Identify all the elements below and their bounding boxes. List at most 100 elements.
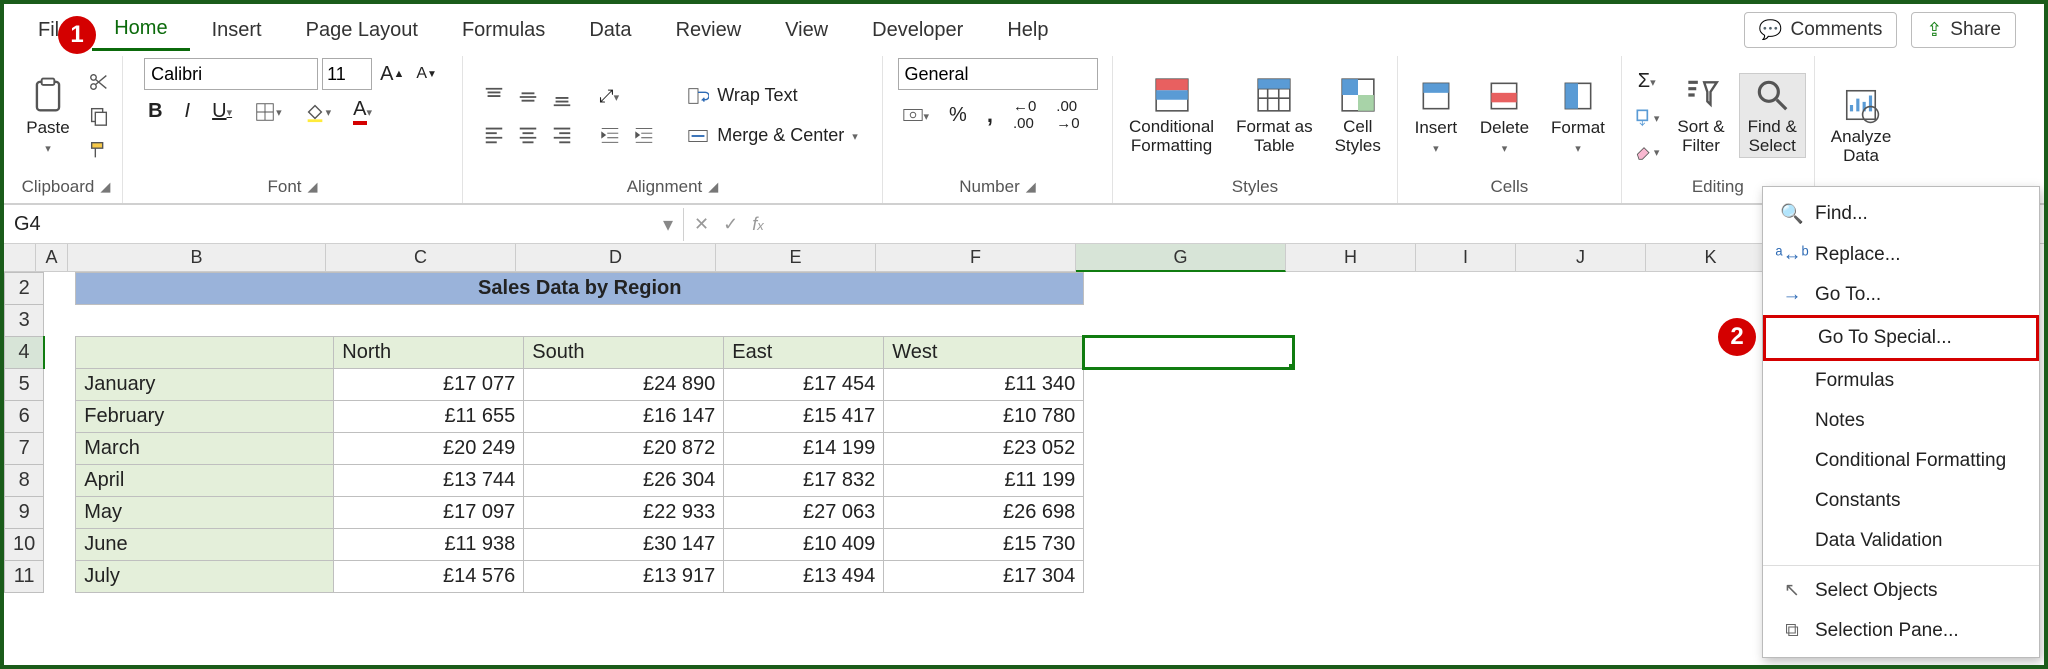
data-cell[interactable]: £15 417 xyxy=(724,401,884,433)
menu-notes[interactable]: Notes xyxy=(1763,401,2039,441)
fill-button[interactable]: ▾ xyxy=(1630,103,1664,131)
row-header-6[interactable]: 6 xyxy=(5,401,44,433)
menu-find[interactable]: 🔍Find... xyxy=(1763,193,2039,235)
align-left-button[interactable] xyxy=(479,120,509,150)
row-header-2[interactable]: 2 xyxy=(5,273,44,305)
align-right-button[interactable] xyxy=(547,120,577,150)
dialog-launcher-icon[interactable]: ◢ xyxy=(308,179,318,195)
underline-button[interactable]: U ▾ xyxy=(208,96,236,127)
data-cell[interactable]: £20 872 xyxy=(524,433,724,465)
clear-button[interactable]: ▾ xyxy=(1630,137,1664,165)
delete-cells-button[interactable]: Delete▾ xyxy=(1472,75,1537,157)
enter-formula-icon[interactable]: ✓ xyxy=(723,214,738,235)
autosum-button[interactable]: Σ ▾ xyxy=(1630,66,1664,97)
menu-selection-pane[interactable]: ⧉Selection Pane... xyxy=(1763,611,2039,651)
col-header-H[interactable]: H xyxy=(1286,244,1416,272)
increase-indent-button[interactable] xyxy=(629,120,659,150)
data-cell[interactable]: £15 730 xyxy=(884,529,1084,561)
decrease-indent-button[interactable] xyxy=(595,120,625,150)
col-header-F[interactable]: F xyxy=(876,244,1076,272)
data-cell[interactable]: £10 780 xyxy=(884,401,1084,433)
data-cell[interactable]: £16 147 xyxy=(524,401,724,433)
col-header-B[interactable]: B xyxy=(68,244,326,272)
data-cell[interactable]: £17 304 xyxy=(884,561,1084,593)
data-cell[interactable]: £10 409 xyxy=(724,529,884,561)
data-cell[interactable]: £14 199 xyxy=(724,433,884,465)
month-cell[interactable]: February xyxy=(76,401,334,433)
data-cell[interactable]: £20 249 xyxy=(334,433,524,465)
col-header-E[interactable]: E xyxy=(716,244,876,272)
increase-font-button[interactable]: A▲ xyxy=(376,59,408,90)
menu-data[interactable]: Data xyxy=(567,11,653,50)
table-header-blank[interactable] xyxy=(76,337,334,369)
paste-button[interactable]: Paste ▾ xyxy=(18,75,78,157)
month-cell[interactable]: April xyxy=(76,465,334,497)
col-header-D[interactable]: D xyxy=(516,244,716,272)
data-cell[interactable]: £24 890 xyxy=(524,369,724,401)
comma-format-button[interactable]: , xyxy=(983,98,997,132)
name-box[interactable]: G4 ▾ xyxy=(4,208,684,241)
italic-button[interactable]: I xyxy=(181,96,195,127)
col-header-C[interactable]: C xyxy=(326,244,516,272)
month-cell[interactable]: June xyxy=(76,529,334,561)
menu-constants[interactable]: Constants xyxy=(1763,481,2039,521)
title-cell[interactable]: Sales Data by Region xyxy=(76,273,1084,305)
month-cell[interactable]: July xyxy=(76,561,334,593)
fill-color-button[interactable]: ▾ xyxy=(300,97,336,127)
month-cell[interactable]: January xyxy=(76,369,334,401)
data-cell[interactable]: £17 097 xyxy=(334,497,524,529)
menu-goto[interactable]: →Go To... xyxy=(1763,275,2039,315)
fill-handle[interactable] xyxy=(1289,364,1294,369)
orientation-button[interactable]: ⤢▾ xyxy=(595,82,623,111)
data-cell[interactable]: £13 917 xyxy=(524,561,724,593)
align-middle-button[interactable] xyxy=(513,82,543,112)
menu-formulas[interactable]: Formulas xyxy=(440,11,567,50)
row-header-7[interactable]: 7 xyxy=(5,433,44,465)
align-bottom-button[interactable] xyxy=(547,82,577,112)
menu-view[interactable]: View xyxy=(763,11,850,50)
data-cell[interactable]: £17 077 xyxy=(334,369,524,401)
wrap-text-button[interactable]: Wrap Text xyxy=(679,81,866,111)
format-as-table-button[interactable]: Format as Table xyxy=(1228,74,1321,157)
find-select-button[interactable]: Find & Select xyxy=(1739,73,1806,158)
col-header-I[interactable]: I xyxy=(1416,244,1516,272)
row-header-5[interactable]: 5 xyxy=(5,369,44,401)
menu-review[interactable]: Review xyxy=(654,11,764,50)
data-cell[interactable]: £11 938 xyxy=(334,529,524,561)
data-cell[interactable]: £27 063 xyxy=(724,497,884,529)
accounting-format-button[interactable]: ▾ xyxy=(898,100,934,130)
data-cell[interactable]: £13 494 xyxy=(724,561,884,593)
align-center-button[interactable] xyxy=(513,120,543,150)
data-cell[interactable]: £11 199 xyxy=(884,465,1084,497)
merge-center-button[interactable]: Merge & Center ▾ xyxy=(679,121,866,151)
table-header-north[interactable]: North xyxy=(334,337,524,369)
share-button[interactable]: ⇪ Share xyxy=(1911,12,2016,48)
col-header-A[interactable]: A xyxy=(36,244,68,272)
row-header-3[interactable]: 3 xyxy=(5,305,44,337)
col-header-K[interactable]: K xyxy=(1646,244,1776,272)
format-painter-button[interactable] xyxy=(84,135,114,165)
menu-developer[interactable]: Developer xyxy=(850,11,985,50)
font-size-input[interactable] xyxy=(322,58,372,90)
data-cell[interactable]: £17 454 xyxy=(724,369,884,401)
menu-help[interactable]: Help xyxy=(985,11,1070,50)
data-cell[interactable]: £22 933 xyxy=(524,497,724,529)
menu-data-validation[interactable]: Data Validation xyxy=(1763,521,2039,561)
analyze-data-button[interactable]: Analyze Data xyxy=(1823,84,1899,167)
row-header-10[interactable]: 10 xyxy=(5,529,44,561)
conditional-formatting-button[interactable]: Conditional Formatting xyxy=(1121,74,1222,157)
col-header-G[interactable]: G xyxy=(1076,244,1286,272)
data-cell[interactable]: £26 304 xyxy=(524,465,724,497)
data-cell[interactable]: £30 147 xyxy=(524,529,724,561)
chevron-down-icon[interactable]: ▾ xyxy=(663,212,673,237)
month-cell[interactable]: March xyxy=(76,433,334,465)
sort-filter-button[interactable]: Sort & Filter xyxy=(1669,74,1732,157)
dialog-launcher-icon[interactable]: ◢ xyxy=(100,179,110,195)
decrease-decimal-button[interactable]: .00→0 xyxy=(1052,94,1083,136)
row-header-4[interactable]: 4 xyxy=(5,337,44,369)
menu-page-layout[interactable]: Page Layout xyxy=(284,11,440,50)
row-header-9[interactable]: 9 xyxy=(5,497,44,529)
menu-goto-special[interactable]: Go To Special... xyxy=(1763,315,2039,361)
menu-home[interactable]: Home xyxy=(92,9,189,51)
data-cell[interactable]: £17 832 xyxy=(724,465,884,497)
